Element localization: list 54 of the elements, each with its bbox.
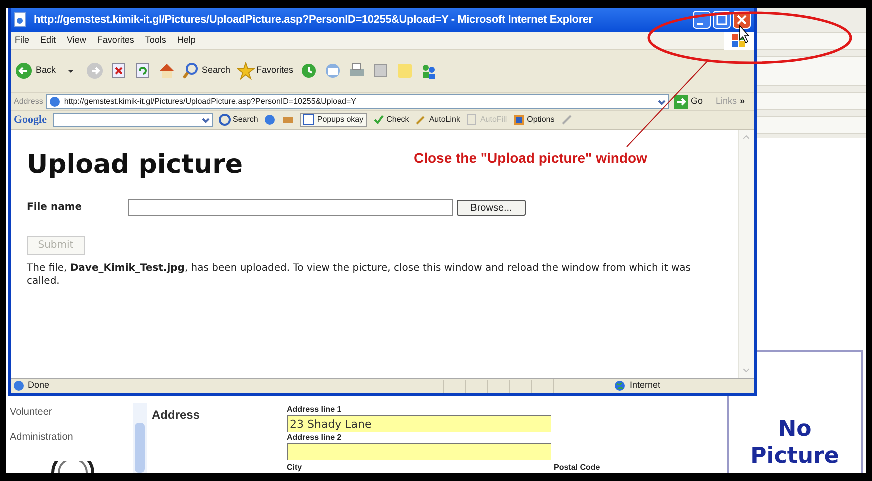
refresh-icon[interactable]	[134, 62, 152, 80]
nav-link[interactable]: Administration	[10, 431, 74, 444]
emblem-icon	[50, 461, 96, 473]
options-icon	[513, 114, 526, 126]
favorites-button[interactable]: Favorites	[236, 62, 294, 80]
form-icon	[466, 114, 478, 126]
address-url: http://gemstest.kimik-it.gl/Pictures/UploadPicture.asp?PersonID=10255&Upload=Y	[64, 96, 358, 108]
go-button[interactable]: Go	[672, 94, 705, 108]
field-label: Address line 1	[287, 404, 343, 415]
menu-item[interactable]: File	[15, 34, 30, 48]
window-title: http://gemstest.kimik-it.gl/Pictures/UploadPicture.asp?PersonID=10255&Upload=Y - Microsoft Internet Explorer	[34, 12, 594, 28]
field-label: City	[287, 463, 302, 473]
menu-item[interactable]: Edit	[40, 34, 56, 48]
zone-text: Internet	[630, 379, 661, 392]
check-icon	[372, 114, 385, 126]
spell-check-button[interactable]: Check	[372, 114, 410, 126]
address-label: Address	[14, 96, 44, 108]
menu-item[interactable]: View	[67, 34, 86, 48]
window-icon	[303, 114, 316, 126]
input-field[interactable]	[287, 443, 551, 460]
section-title: Address	[152, 407, 200, 424]
search-button[interactable]: Search	[219, 114, 258, 126]
search-icon	[182, 62, 200, 80]
go-arrow-icon	[674, 94, 688, 108]
page-heading: Upload picture	[27, 149, 244, 182]
browse-button[interactable]: Browse...	[457, 200, 526, 216]
placeholder-text: No	[778, 416, 812, 443]
field-label: File name	[27, 201, 84, 215]
status-message: The file, Dave_Kimik_Test.jpg, has been uploaded. To view the picture, close this window and reload the window from which it was called.	[27, 262, 692, 288]
search-field[interactable]	[53, 113, 213, 127]
address-field[interactable]: http://gemstest.kimik-it.gl/Pictures/UploadPicture.asp?PersonID=10255&Upload=Y	[46, 94, 669, 109]
input-field[interactable]: 23 Shady Lane	[287, 415, 551, 432]
field-label: Postal Code	[554, 463, 600, 473]
more-chevron[interactable]: »	[740, 94, 754, 108]
stop-icon[interactable]	[110, 62, 128, 80]
nav-link[interactable]: Volunteer	[10, 406, 74, 419]
search-button[interactable]: Search	[182, 62, 231, 80]
field-label: Address line 2	[287, 432, 343, 443]
menu-item[interactable]: Help	[177, 34, 196, 48]
menu-item[interactable]: Favorites	[97, 34, 134, 48]
callout-text: Close the "Upload picture" window	[414, 149, 648, 168]
autolink-button[interactable]: AutoLink	[415, 114, 460, 126]
options-button[interactable]: Options	[513, 114, 555, 126]
scroll-thumb[interactable]	[135, 423, 145, 473]
home-icon[interactable]	[158, 62, 176, 80]
history-icon[interactable]	[300, 62, 318, 80]
menu-item[interactable]: Tools	[145, 34, 166, 48]
back-button[interactable]: Back	[15, 62, 56, 80]
file-input[interactable]	[128, 199, 453, 216]
popups-button[interactable]: Popups okay	[300, 113, 367, 127]
star-icon	[236, 62, 255, 80]
status-text: Done	[28, 379, 50, 392]
google-menu[interactable]: Google	[14, 112, 47, 128]
placeholder-text: Picture	[750, 443, 840, 470]
